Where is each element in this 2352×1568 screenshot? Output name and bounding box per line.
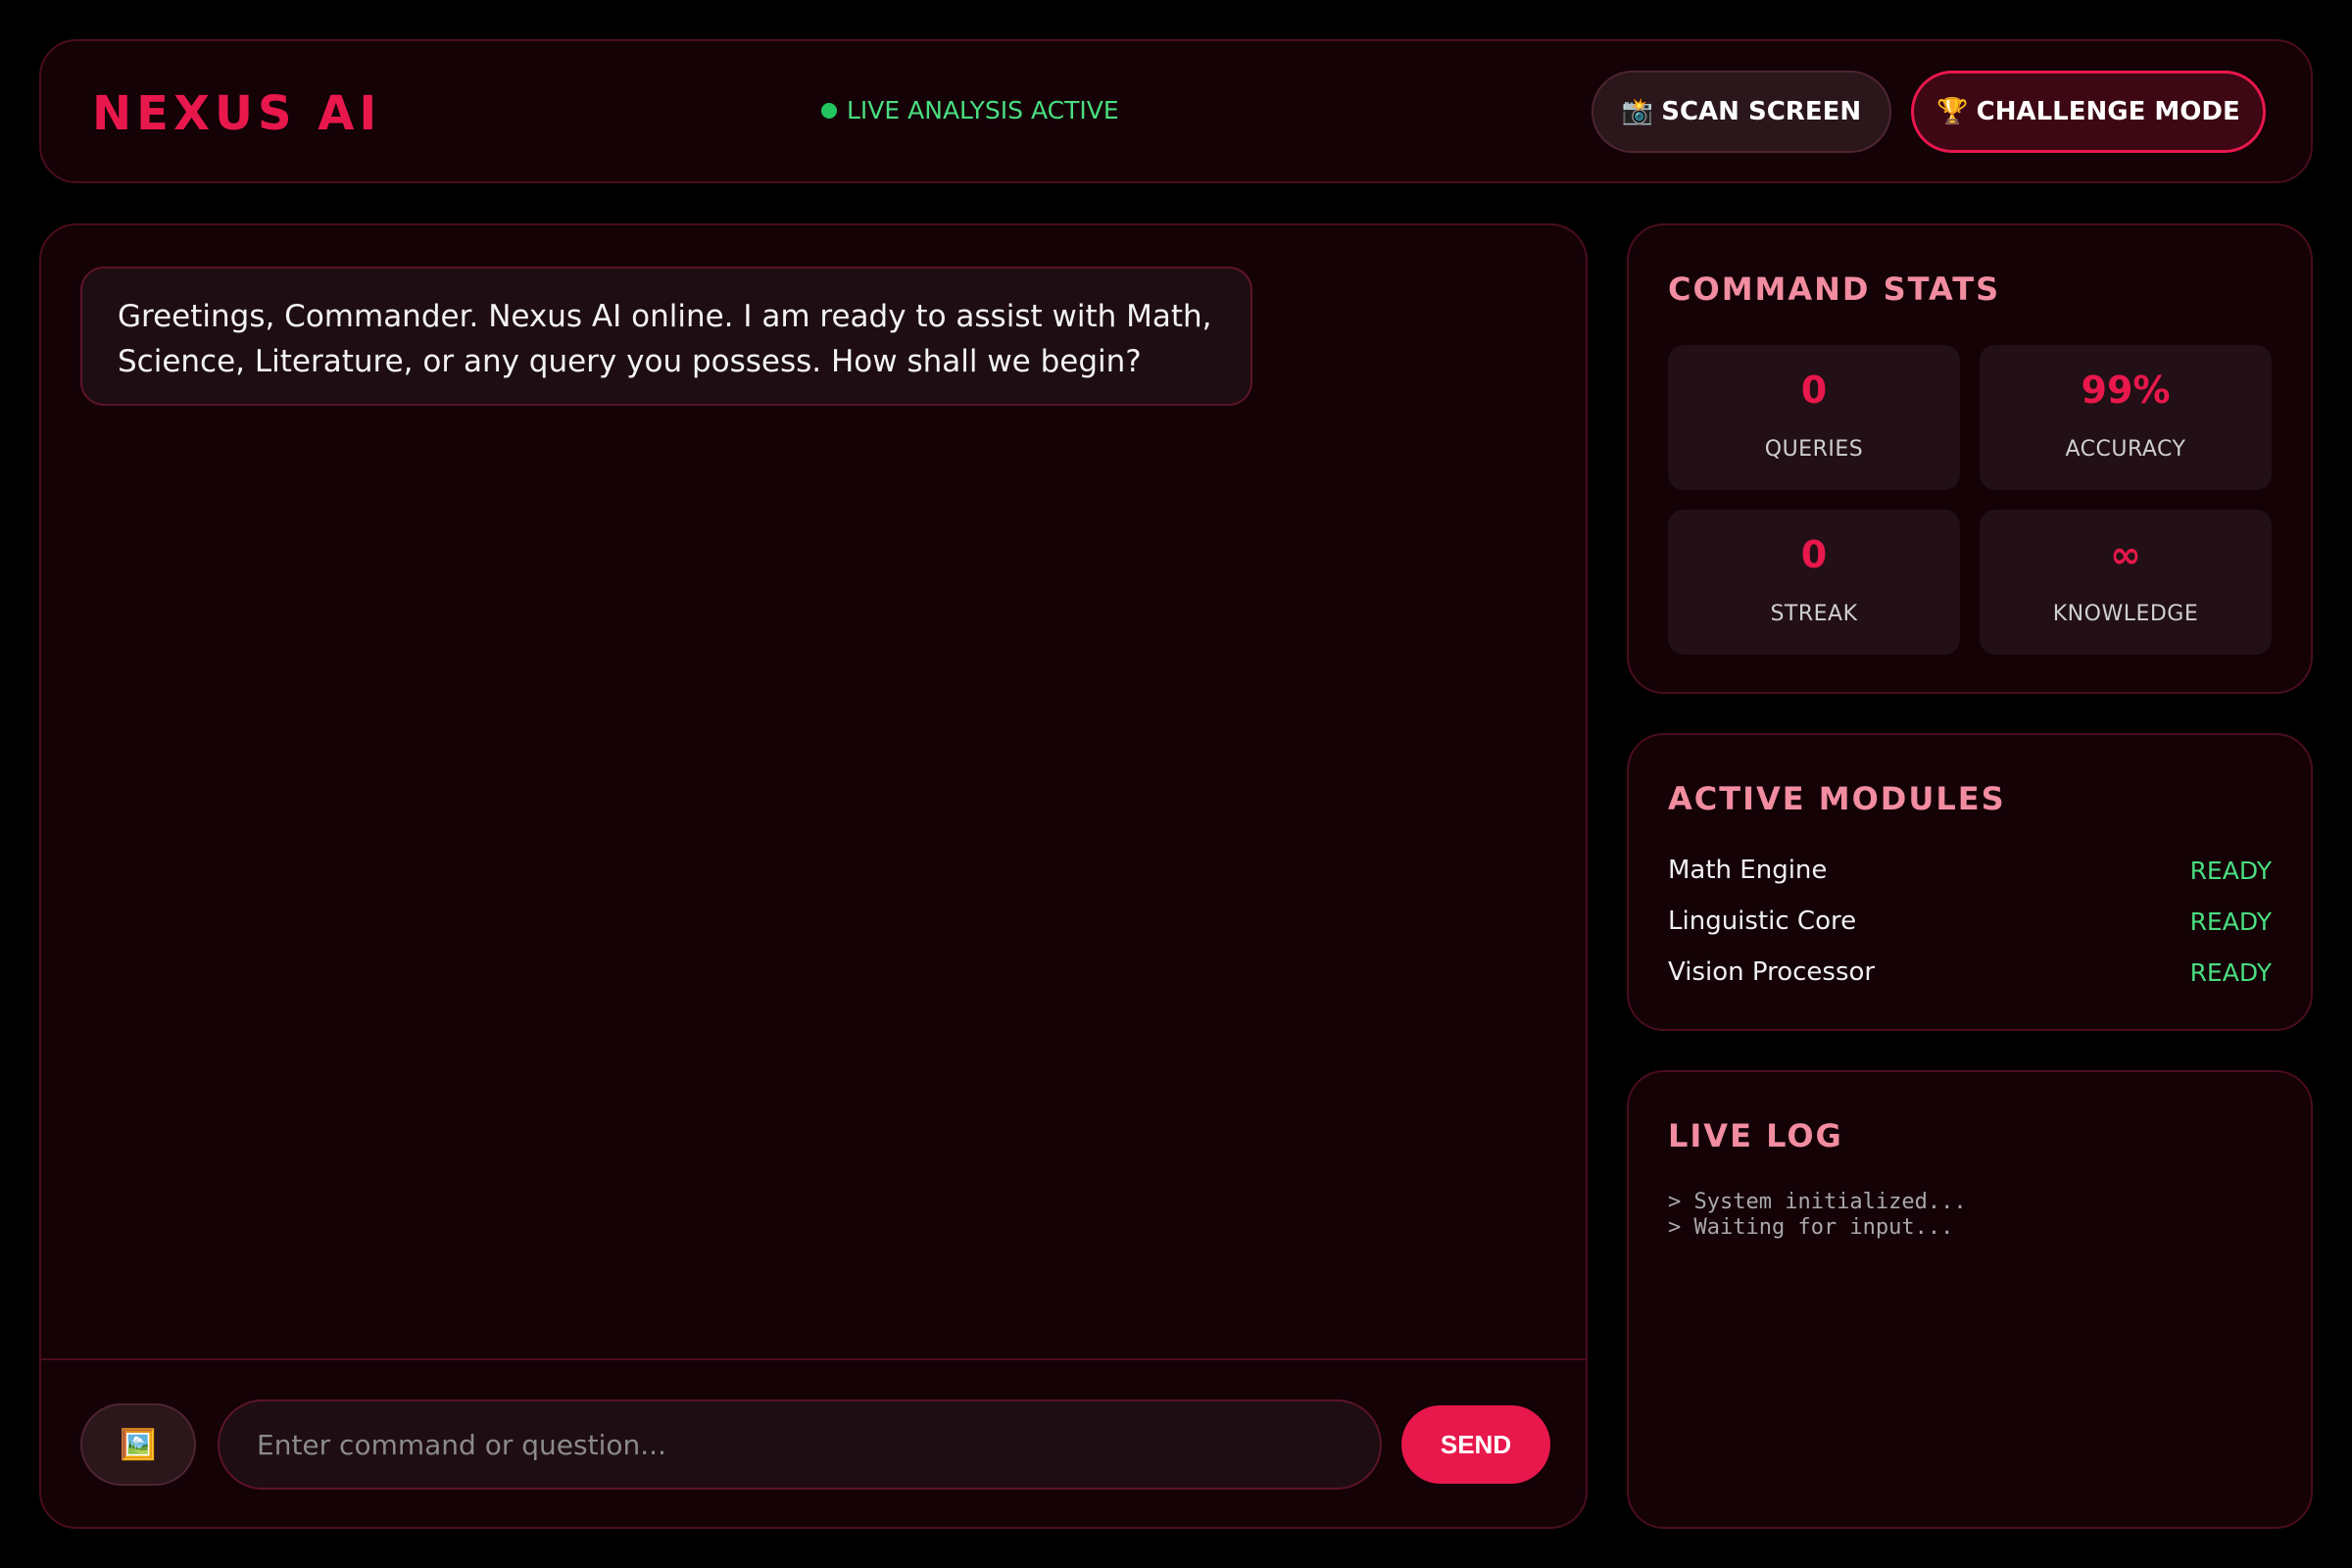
send-button[interactable]: SEND <box>1401 1405 1550 1484</box>
log-line: > System initialized... <box>1668 1190 1967 1214</box>
command-input[interactable] <box>218 1399 1382 1490</box>
module-name: Math Engine <box>1668 856 1828 885</box>
stat-value: ∞ <box>2110 533 2141 576</box>
stat-card-accuracy: 99% ACCURACY <box>1980 345 2272 490</box>
active-modules-title: ACTIVE MODULES <box>1668 780 2006 817</box>
stat-card-queries: 0 QUERIES <box>1668 345 1960 490</box>
ai-message-bubble: Greetings, Commander. Nexus AI online. I… <box>80 267 1252 406</box>
scan-screen-button[interactable]: 📸 SCAN SCREEN <box>1592 71 1891 153</box>
module-status: READY <box>2189 957 2272 987</box>
live-status-text: LIVE ANALYSIS ACTIVE <box>847 96 1119 124</box>
stat-label: ACCURACY <box>2065 437 2186 462</box>
stat-label: QUERIES <box>1764 437 1864 462</box>
stat-card-streak: 0 STREAK <box>1668 510 1960 655</box>
module-name: Vision Processor <box>1668 957 1876 987</box>
command-stats-panel: COMMAND STATS 0 QUERIES 99% ACCURACY 0 S… <box>1627 223 2313 694</box>
challenge-mode-label: CHALLENGE MODE <box>1976 97 2240 126</box>
stat-value: 0 <box>1800 533 1828 576</box>
module-status: READY <box>2189 856 2272 885</box>
challenge-mode-button[interactable]: 🏆 CHALLENGE MODE <box>1911 71 2266 153</box>
chat-panel: Greetings, Commander. Nexus AI online. I… <box>39 223 1588 1529</box>
status-dot-icon <box>821 102 837 119</box>
app-logo: NEXUS AI <box>92 86 382 141</box>
log-line: > Waiting for input... <box>1668 1215 1954 1240</box>
trophy-icon: 🏆 <box>1936 97 1969 126</box>
live-log-panel: LIVE LOG > System initialized... > Waiti… <box>1627 1070 2313 1529</box>
stat-card-knowledge: ∞ KNOWLEDGE <box>1980 510 2272 655</box>
command-stats-title: COMMAND STATS <box>1668 270 2001 308</box>
upload-image-button[interactable]: 🖼️ <box>80 1403 196 1486</box>
stat-value: 0 <box>1800 368 1828 412</box>
camera-icon: 📸 <box>1621 97 1654 126</box>
top-bar: NEXUS AI LIVE ANALYSIS ACTIVE 📸 SCAN SCR… <box>39 39 2313 183</box>
module-row-math-engine: Math Engine READY <box>1668 851 2272 890</box>
live-log-title: LIVE LOG <box>1668 1117 1843 1154</box>
chat-divider <box>41 1358 1586 1360</box>
live-status: LIVE ANALYSIS ACTIVE <box>821 96 1119 124</box>
scan-screen-label: SCAN SCREEN <box>1661 97 1862 126</box>
active-modules-panel: ACTIVE MODULES Math Engine READY Linguis… <box>1627 733 2313 1031</box>
stat-label: STREAK <box>1770 602 1858 626</box>
module-name: Linguistic Core <box>1668 906 1857 936</box>
stat-label: KNOWLEDGE <box>2052 602 2199 626</box>
module-status: READY <box>2189 906 2272 936</box>
module-row-vision-processor: Vision Processor READY <box>1668 953 2272 992</box>
image-icon: 🖼️ <box>120 1427 157 1462</box>
stat-value: 99% <box>2081 368 2171 412</box>
module-row-linguistic-core: Linguistic Core READY <box>1668 902 2272 941</box>
